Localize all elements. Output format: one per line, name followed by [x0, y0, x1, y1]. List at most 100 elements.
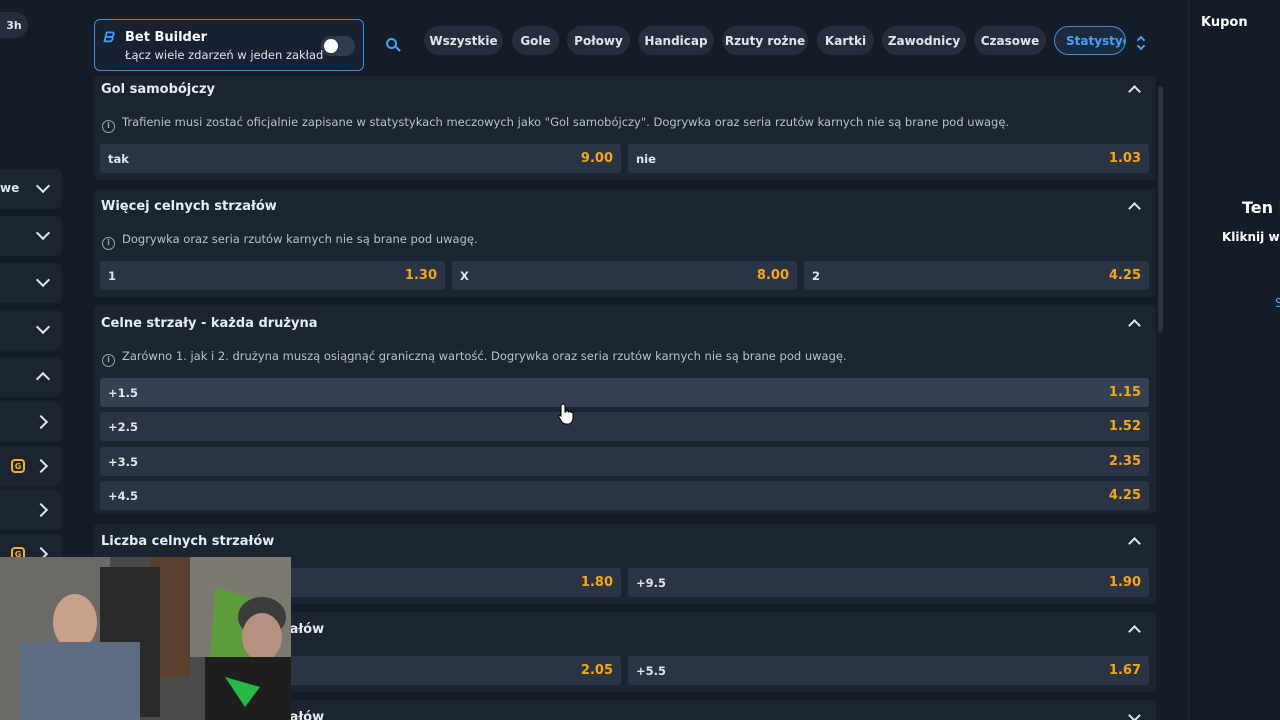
sidebar-subitem[interactable]: G [0, 446, 62, 486]
selection-row[interactable]: +2.5 1.52 [100, 412, 1149, 441]
market-info-text: Trafienie musi zostać oficjalnie zapisan… [122, 115, 1010, 129]
selection-label: nie [636, 152, 656, 166]
chevron-up-icon [35, 371, 51, 387]
selection-label: +5.5 [636, 664, 667, 678]
selection-label: X [460, 269, 469, 283]
selection-odds: 4.25 [1108, 488, 1141, 503]
market-title: Więcej celnych strzałów [101, 199, 277, 214]
selection-button[interactable]: X 8.00 [452, 261, 797, 290]
chevron-right-icon [33, 458, 49, 474]
chevron-up-icon[interactable] [1128, 85, 1141, 98]
selection-row[interactable]: +1.5 1.15 [100, 378, 1149, 407]
market-more-shots-on-target: Więcej celnych strzałów i Dogrywka oraz s… [94, 189, 1156, 297]
chevron-down-icon [35, 319, 51, 335]
sidebar-category-row[interactable] [0, 263, 62, 303]
time-filter-pill[interactable]: 3h [0, 12, 28, 38]
selection-odds: 1.03 [1108, 151, 1141, 166]
chevron-up-icon[interactable] [1128, 625, 1141, 638]
selection-label: 2 [812, 269, 821, 283]
market-title: Celne strzały - każda drużyna [101, 316, 318, 331]
coupon-title: Kupon [1201, 15, 1248, 30]
selection-label: 1 [108, 269, 117, 283]
market-header[interactable]: Więcej celnych strzałów [94, 193, 1156, 221]
bet-builder-toggle[interactable] [321, 36, 355, 56]
market-info: i Trafienie musi zostać oficjalnie zapisa… [102, 115, 1009, 133]
info-icon: i [102, 237, 115, 250]
selection-row[interactable]: +3.5 2.35 [100, 447, 1149, 476]
chevron-up-icon[interactable] [1128, 319, 1141, 332]
selection-odds: 1.52 [1108, 419, 1141, 434]
market-info-text: Zarówno 1. jak i 2. drużyna muszą osiągn… [122, 349, 847, 363]
markets-scrollbar[interactable] [1158, 86, 1163, 332]
selection-button[interactable]: 2 4.25 [804, 261, 1149, 290]
bet-builder-card[interactable]: ᗷ Bet Builder Łącz wiele zdarzeń w jeden… [94, 19, 364, 71]
market-info: i Zarówno 1. jak i 2. drużyna muszą osiąg… [102, 349, 847, 367]
coupon-panel: Kupon Ten k Kliknij w k S [1188, 0, 1280, 720]
tab-rzuty-rozne[interactable]: Rzuty rożne [722, 26, 808, 55]
selection-odds: 8.00 [756, 268, 789, 283]
selection-odds: 1.67 [1108, 663, 1141, 678]
market-info-text: Dogrywka oraz seria rzutów karnych nie s… [122, 232, 478, 246]
sidebar-subitem[interactable] [0, 402, 62, 442]
market-header[interactable]: Celne strzały - każda drużyna [94, 310, 1156, 338]
selection-button[interactable]: +9.5 1.90 [628, 568, 1149, 597]
tab-statystyki[interactable]: Statystyc [1054, 26, 1126, 55]
chevron-down-icon [35, 178, 51, 194]
chevron-down-icon [35, 272, 51, 288]
info-icon: i [102, 354, 115, 367]
chevron-right-icon [33, 502, 49, 518]
selection-button[interactable]: nie 1.03 [628, 144, 1149, 173]
selection-row[interactable]: +4.5 4.25 [100, 481, 1149, 510]
selection-odds: 4.25 [1108, 268, 1141, 283]
selection-odds: 2.35 [1108, 454, 1141, 469]
tab-gole[interactable]: Gole [512, 26, 559, 55]
tab-zawodnicy[interactable]: Zawodnicy [882, 26, 966, 55]
toggle-knob [324, 39, 338, 53]
tab-czasowe[interactable]: Czasowe [974, 26, 1046, 55]
info-icon: i [102, 120, 115, 133]
selection-odds: 1.80 [580, 575, 613, 590]
market-own-goal: Gol samobójczy i Trafienie musi zostać of… [94, 76, 1156, 180]
sidebar-category-label: we [0, 181, 20, 195]
bet-builder-title: Bet Builder [125, 30, 208, 45]
tabs-scroll-icon[interactable] [1136, 34, 1146, 52]
coupon-empty-hint: Kliknij w k [1222, 230, 1280, 244]
selection-button[interactable]: 1 1.30 [100, 261, 445, 290]
coupon-link[interactable]: S [1275, 296, 1280, 310]
selection-odds: 2.05 [580, 663, 613, 678]
sidebar-subitem[interactable] [0, 490, 62, 530]
selection-label: tak [108, 152, 129, 166]
selection-odds: 1.90 [1108, 575, 1141, 590]
tab-kartki[interactable]: Kartki [817, 26, 874, 55]
selection-label: +4.5 [108, 489, 139, 503]
webcam-overlay [0, 557, 291, 720]
chevron-up-icon[interactable] [1128, 537, 1141, 550]
selection-label: +9.5 [636, 576, 667, 590]
market-info: i Dogrywka oraz seria rzutów karnych nie … [102, 232, 478, 250]
tab-polowy[interactable]: Połowy [567, 26, 630, 55]
selection-odds: 1.30 [404, 268, 437, 283]
sidebar-category-row[interactable] [0, 310, 62, 350]
chevron-right-icon [33, 414, 49, 430]
market-header[interactable]: Liczba celnych strzałów [94, 528, 1156, 556]
webcam-image [0, 557, 291, 720]
selection-label: +1.5 [108, 386, 139, 400]
selection-button[interactable]: +5.5 1.67 [628, 656, 1149, 685]
selection-odds: 1.15 [1108, 385, 1141, 400]
tab-wszystkie[interactable]: Wszystkie [424, 26, 503, 55]
market-title: Gol samobójczy [101, 82, 216, 97]
coupon-empty-title: Ten k [1242, 198, 1280, 217]
chevron-up-icon[interactable] [1128, 202, 1141, 215]
search-icon[interactable] [386, 38, 402, 54]
tab-handicap[interactable]: Handicap [638, 26, 714, 55]
sidebar-category-row[interactable]: we [0, 169, 62, 209]
market-header[interactable]: Gol samobójczy [94, 76, 1156, 104]
selection-label: +3.5 [108, 455, 139, 469]
sidebar-category-row-expanded[interactable] [0, 357, 62, 397]
selection-label: +2.5 [108, 420, 139, 434]
chevron-down-icon[interactable] [1128, 709, 1141, 720]
sidebar-category-row[interactable] [0, 216, 62, 256]
betbuilder-badge-icon: G [11, 459, 25, 473]
bet-builder-subtitle: Łącz wiele zdarzeń w jeden zakład [125, 48, 324, 62]
selection-button[interactable]: tak 9.00 [100, 144, 621, 173]
